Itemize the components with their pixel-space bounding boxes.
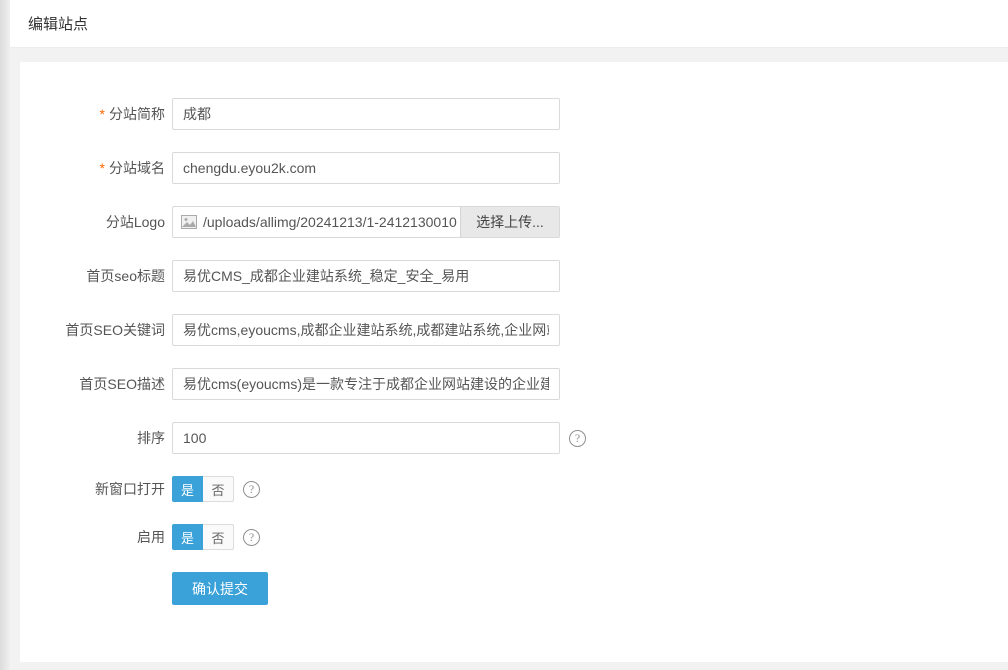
toggle-no[interactable]: 否 <box>203 524 234 550</box>
field-label: *分站简称 <box>20 104 165 124</box>
field-label: 首页SEO描述 <box>20 374 165 394</box>
submit-button[interactable]: 确认提交 <box>172 572 268 605</box>
form-row-enabled: 启用 是 否 ? <box>20 524 1008 550</box>
help-icon[interactable]: ? <box>243 529 260 546</box>
form-row-seo-description: 首页SEO描述 <box>20 368 1008 400</box>
field-label: *分站域名 <box>20 158 165 178</box>
form-row-submit: 确认提交 <box>20 572 1008 605</box>
site-shortname-input[interactable] <box>172 98 560 130</box>
field-label: 新窗口打开 <box>20 479 165 499</box>
required-asterisk: * <box>100 106 105 122</box>
seo-keywords-input[interactable] <box>172 314 560 346</box>
form-row-sort-order: 排序 ? <box>20 422 1008 454</box>
field-label: 排序 <box>20 428 165 448</box>
image-icon <box>181 215 197 229</box>
page-title: 编辑站点 <box>28 13 88 34</box>
form-row-site-domain: *分站域名 <box>20 152 1008 184</box>
form-row-seo-title: 首页seo标题 <box>20 260 1008 292</box>
page-header: 编辑站点 <box>10 0 1008 48</box>
toggle-no[interactable]: 否 <box>203 476 234 502</box>
logo-path-input[interactable] <box>203 207 460 237</box>
form-row-seo-keywords: 首页SEO关键词 <box>20 314 1008 346</box>
help-icon[interactable]: ? <box>243 481 260 498</box>
sort-order-input[interactable] <box>172 422 560 454</box>
field-label: 首页SEO关键词 <box>20 320 165 340</box>
form-row-site-logo: 分站Logo 选择上传... <box>20 206 1008 238</box>
required-asterisk: * <box>100 160 105 176</box>
enabled-toggle: 是 否 <box>172 524 234 550</box>
edit-site-form: *分站简称 *分站域名 分站Logo 选择上传... <box>20 62 1008 662</box>
left-edge-strip <box>0 0 10 670</box>
seo-description-input[interactable] <box>172 368 560 400</box>
field-label: 启用 <box>20 527 165 547</box>
field-label: 首页seo标题 <box>20 266 165 286</box>
choose-upload-button[interactable]: 选择上传... <box>460 206 560 238</box>
form-row-site-shortname: *分站简称 <box>20 98 1008 130</box>
help-icon[interactable]: ? <box>569 430 586 447</box>
open-new-window-toggle: 是 否 <box>172 476 234 502</box>
field-label: 分站Logo <box>20 212 165 232</box>
seo-title-input[interactable] <box>172 260 560 292</box>
logo-upload-box: 选择上传... <box>172 206 560 238</box>
site-domain-input[interactable] <box>172 152 560 184</box>
toggle-yes[interactable]: 是 <box>172 476 203 502</box>
form-row-open-new-window: 新窗口打开 是 否 ? <box>20 476 1008 502</box>
toggle-yes[interactable]: 是 <box>172 524 203 550</box>
